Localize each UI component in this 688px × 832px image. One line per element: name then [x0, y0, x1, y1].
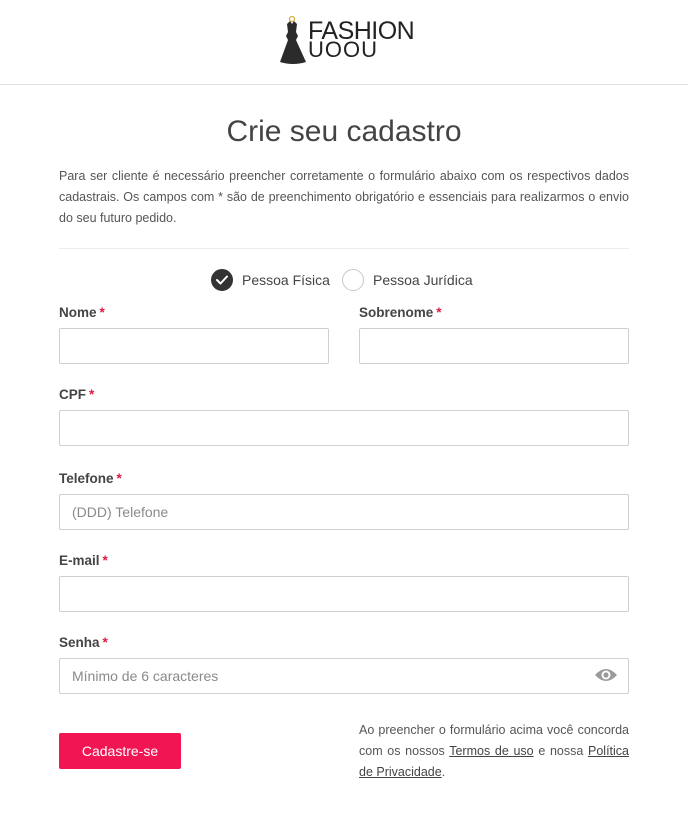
telefone-label-text: Telefone [59, 471, 114, 486]
required-mark: * [102, 635, 108, 650]
required-mark: * [116, 471, 122, 486]
telefone-input[interactable] [59, 494, 629, 530]
senha-label-text: Senha [59, 635, 100, 650]
radio-label-pessoa-fisica: Pessoa Física [242, 272, 330, 288]
required-mark: * [99, 305, 105, 320]
cpf-label-text: CPF [59, 387, 86, 402]
terms-middle: e nossa [538, 744, 584, 758]
senha-input[interactable] [59, 658, 629, 694]
radio-label-pessoa-juridica: Pessoa Jurídica [373, 272, 473, 288]
check-icon [216, 275, 228, 285]
dress-icon [280, 16, 306, 64]
sobrenome-label: Sobrenome * [359, 305, 442, 320]
radio-pessoa-fisica[interactable]: Pessoa Física [211, 269, 330, 291]
nome-label-text: Nome [59, 305, 97, 320]
email-label: E-mail * [59, 553, 108, 568]
telefone-label: Telefone * [59, 471, 122, 486]
required-mark: * [89, 387, 95, 402]
eye-icon[interactable] [594, 665, 618, 685]
email-label-text: E-mail [59, 553, 100, 568]
terms-of-use-link[interactable]: Termos de uso [449, 744, 533, 758]
terms-text: Ao preencher o formulário acima você con… [359, 720, 629, 783]
required-mark: * [436, 305, 442, 320]
cadastre-se-button[interactable]: Cadastre-se [59, 733, 181, 769]
site-header: FASHION UOOU [0, 0, 688, 85]
divider [59, 248, 629, 249]
radio-checked-indicator [211, 269, 233, 291]
nome-input[interactable] [59, 328, 329, 364]
terms-suffix: . [441, 765, 446, 779]
brand-name-bottom: UOOU [308, 37, 378, 62]
radio-pessoa-juridica[interactable]: Pessoa Jurídica [342, 269, 473, 291]
email-input[interactable] [59, 576, 629, 612]
sobrenome-input[interactable] [359, 328, 629, 364]
senha-label: Senha * [59, 635, 108, 650]
page-title: Crie seu cadastro [226, 115, 462, 148]
radio-unchecked-indicator [342, 269, 364, 291]
intro-text: Para ser cliente é necessário preencher … [59, 169, 629, 225]
person-type-group: Pessoa Física Pessoa Jurídica [0, 268, 688, 292]
sobrenome-label-text: Sobrenome [359, 305, 434, 320]
required-mark: * [102, 553, 108, 568]
cpf-label: CPF * [59, 387, 94, 402]
nome-label: Nome * [59, 305, 105, 320]
brand-logo[interactable]: FASHION UOOU [278, 16, 418, 66]
cpf-input[interactable] [59, 410, 629, 446]
